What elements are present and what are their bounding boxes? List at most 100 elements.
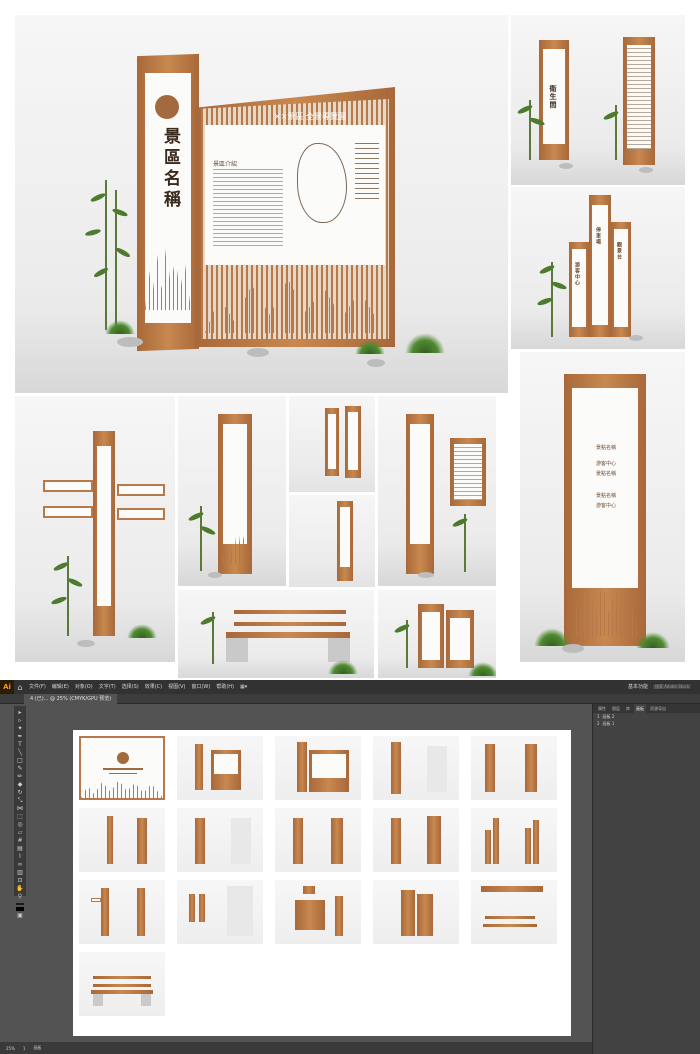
direction-arm-right-top — [117, 484, 165, 496]
sign-drawing — [525, 744, 537, 792]
scale-icon[interactable]: ⤡ — [16, 797, 25, 804]
gate-panel-left — [422, 612, 440, 660]
line-icon[interactable]: ╲ — [16, 749, 25, 756]
hand-icon[interactable]: ✋ — [16, 885, 25, 892]
menu-help[interactable]: 帮助(H) — [213, 680, 237, 694]
sign-drawing — [481, 886, 543, 892]
artboard-name: 画板 1 — [602, 720, 615, 726]
tab-asset-export[interactable]: 资源导出 — [648, 704, 668, 713]
menu-object[interactable]: 对象(O) — [72, 680, 96, 694]
tab-artboards[interactable]: 画板 — [634, 704, 646, 713]
mesh-icon[interactable]: # — [16, 837, 25, 844]
directory-sign-panel — [572, 388, 638, 588]
arrange-documents-icon[interactable]: ▦▾ — [237, 680, 250, 694]
free-transform-icon[interactable]: ⬚ — [16, 813, 25, 820]
rectangle-icon[interactable]: □ — [16, 757, 25, 764]
artboard-thumbnail[interactable] — [79, 880, 165, 944]
artboard-thumbnail[interactable] — [177, 880, 263, 944]
screen-mode-icon[interactable]: ▣ — [16, 912, 25, 919]
perspective-icon[interactable]: ▱ — [16, 829, 25, 836]
render-single-sign — [178, 396, 286, 586]
bamboo-stalk — [67, 556, 69, 636]
artboard-thumbnail[interactable] — [79, 952, 165, 1016]
bamboo-leaf — [66, 576, 84, 589]
artboard-row[interactable]: 1 画板 2 — [593, 713, 700, 720]
artboard-thumbnail[interactable] — [275, 736, 361, 800]
fill-swatch[interactable] — [16, 903, 24, 905]
cover-logo-icon — [117, 752, 129, 764]
paintbrush-icon[interactable]: ✎ — [16, 765, 25, 772]
magic-wand-icon[interactable]: ✦ — [16, 725, 25, 732]
bamboo-stalk — [105, 180, 107, 330]
sign-drawing — [335, 896, 343, 936]
pencil-icon[interactable]: ✏ — [16, 773, 25, 780]
artboard-thumbnail[interactable] — [373, 808, 459, 872]
cluster-label-center: 停車場 — [595, 227, 601, 245]
menu-view[interactable]: 视图(V) — [165, 680, 188, 694]
artboard-thumbnail[interactable] — [471, 808, 557, 872]
artboard-thumbnail[interactable] — [79, 808, 165, 872]
zoom-level[interactable]: 25% — [6, 1046, 15, 1051]
artboard-thumbnail[interactable] — [79, 736, 165, 800]
document-tab[interactable]: 4 (已)... @ 25% (CMYK/GPU 预览) — [24, 694, 118, 704]
blend-icon[interactable]: ∞ — [16, 861, 25, 868]
sign-drawing — [195, 744, 203, 790]
sign-drawing — [493, 818, 499, 864]
artboard-thumbnail[interactable] — [275, 808, 361, 872]
bamboo-leaf — [89, 191, 107, 204]
menu-edit[interactable]: 编辑(E) — [49, 680, 72, 694]
stroke-swatch[interactable] — [16, 907, 24, 911]
menu-effect[interactable]: 效果(C) — [142, 680, 165, 694]
eraser-icon[interactable]: ◆ — [16, 781, 25, 788]
eyedropper-icon[interactable]: ⌇ — [16, 853, 25, 860]
shape-builder-icon[interactable]: ◎ — [16, 821, 25, 828]
pen-icon[interactable]: ✒ — [16, 733, 25, 740]
sign-drawing — [297, 742, 307, 792]
type-icon[interactable]: T — [16, 741, 25, 748]
menu-type[interactable]: 文字(T) — [96, 680, 119, 694]
artboard-canvas[interactable] — [73, 730, 571, 1036]
direct-select-icon[interactable]: ▹ — [16, 717, 25, 724]
cover-text-line — [109, 773, 137, 774]
tab-libraries[interactable]: 库 — [624, 704, 632, 713]
sign-drawing — [295, 900, 325, 930]
app-logo: Ai — [0, 680, 14, 694]
guide-board-panel-title: 景區介紹 — [213, 161, 238, 168]
artboard-thumbnail[interactable] — [177, 808, 263, 872]
menu-file[interactable]: 文件(F) — [26, 680, 49, 694]
artboard-thumbnail[interactable] — [471, 880, 557, 944]
artboard-thumbnail[interactable] — [177, 736, 263, 800]
sign-drawing — [533, 820, 539, 864]
tools-panel: ▸ ▹ ✦ ✒ T ╲ □ ✎ ✏ ◆ ↻ ⤡ ⋈ ⬚ ◎ ▱ # ▤ ⌇ ∞ … — [14, 706, 26, 919]
zoom-icon[interactable]: ⚲ — [16, 893, 25, 900]
stock-search-input[interactable]: 搜索 Adobe Stock — [652, 683, 692, 690]
workspace-switcher[interactable]: 基本功能 — [628, 683, 648, 690]
rock — [247, 348, 269, 357]
status-mode[interactable]: 画板 — [33, 1045, 41, 1051]
home-icon[interactable]: ⌂ — [14, 680, 26, 694]
artboard-row[interactable]: 2 画板 1 — [593, 720, 700, 727]
sign-drawing — [189, 894, 195, 922]
artboard-thumbnail[interactable] — [471, 736, 557, 800]
sign-drawing — [391, 818, 401, 864]
tab-properties[interactable]: 属性 — [596, 704, 608, 713]
artboard-thumbnail[interactable] — [373, 880, 459, 944]
artboard-icon[interactable]: ⊡ — [16, 877, 25, 884]
menu-window[interactable]: 窗口(W) — [188, 680, 213, 694]
selection-icon[interactable]: ▸ — [16, 709, 25, 716]
artboard-thumbnail[interactable] — [275, 880, 361, 944]
illustrator-window: Ai ⌂ 文件(F) 编辑(E) 对象(O) 文字(T) 选择(S) 效果(C)… — [0, 680, 700, 1054]
artboard-index: 2 — [597, 721, 600, 726]
directory-label-4: 景點名稱 — [596, 493, 617, 499]
tab-layers[interactable]: 图层 — [610, 704, 622, 713]
artboard-thumbnail[interactable] — [373, 736, 459, 800]
artboard-number[interactable]: 1 — [23, 1046, 26, 1051]
graph-icon[interactable]: ▥ — [16, 869, 25, 876]
sign-drawing — [485, 916, 535, 919]
rotate-icon[interactable]: ↻ — [16, 789, 25, 796]
menu-select[interactable]: 选择(S) — [119, 680, 142, 694]
sign-drawing — [101, 888, 109, 936]
gradient-icon[interactable]: ▤ — [16, 845, 25, 852]
width-icon[interactable]: ⋈ — [16, 805, 25, 812]
sign-drawing — [427, 746, 447, 792]
